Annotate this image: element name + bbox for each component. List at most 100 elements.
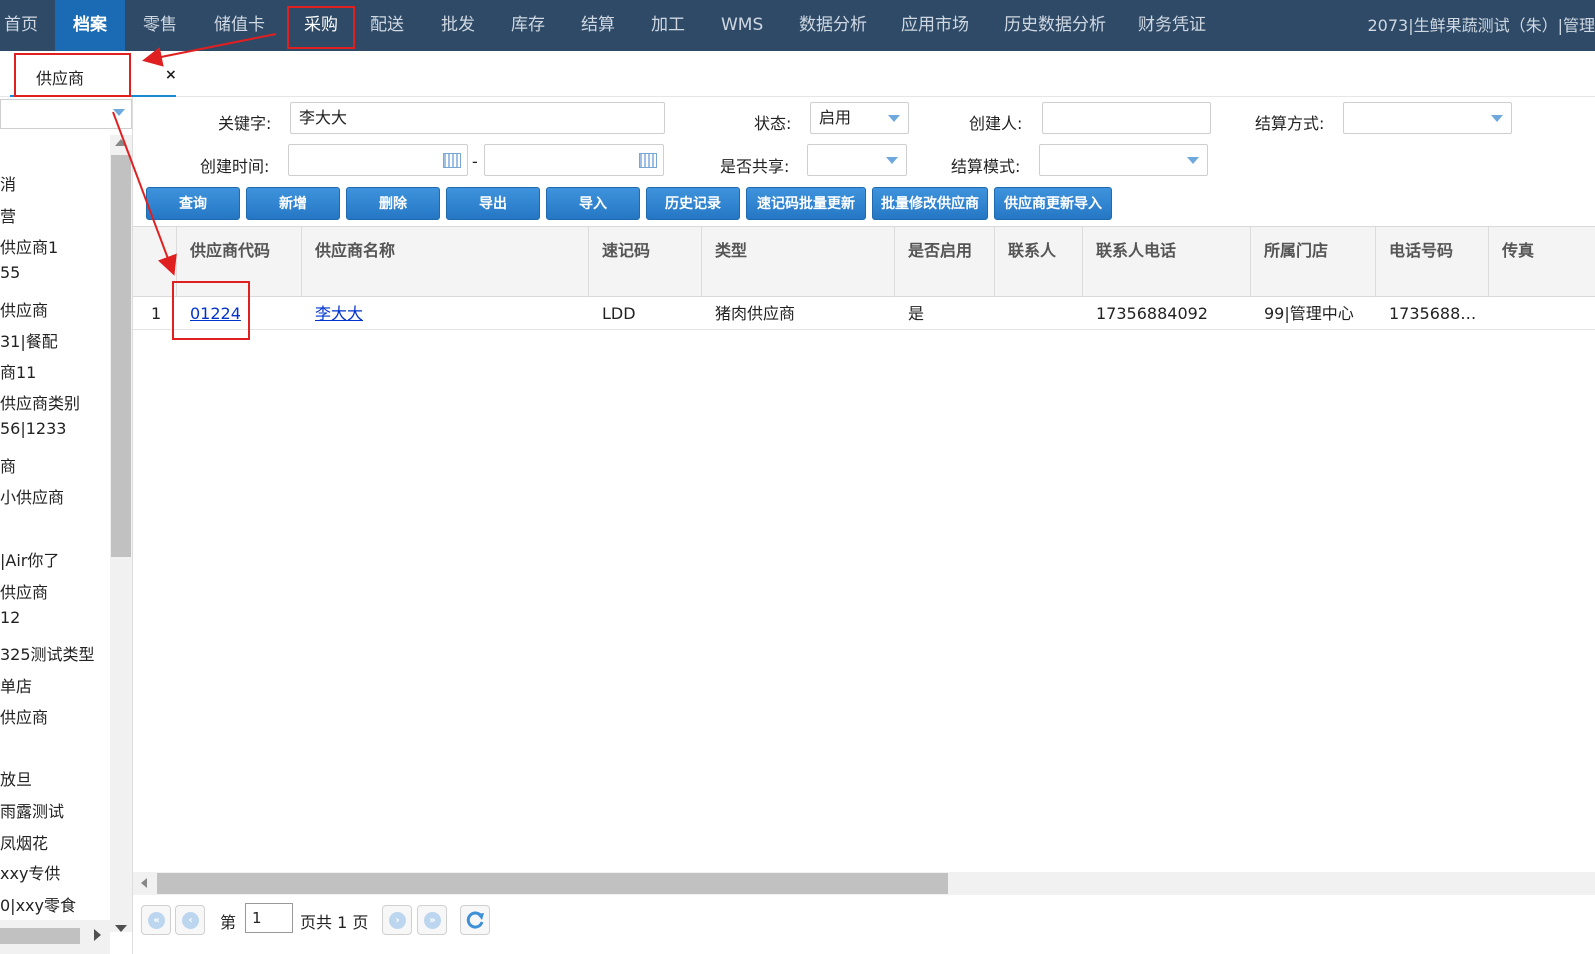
close-icon[interactable]: × xyxy=(165,67,177,83)
tree-item[interactable]: 小供应商 xyxy=(0,484,64,508)
annotation-box-supplier-tab xyxy=(14,53,131,97)
dropdown-arrow-icon xyxy=(1491,115,1503,122)
nav-item-archive[interactable]: 档案 xyxy=(55,0,125,51)
export-button[interactable]: 导出 xyxy=(446,187,540,220)
tree-item[interactable]: 56|1233 xyxy=(0,419,66,438)
add-button[interactable]: 新增 xyxy=(246,187,340,220)
scroll-thumb[interactable] xyxy=(157,873,948,894)
supplier-update-import-button[interactable]: 供应商更新导入 xyxy=(994,187,1112,220)
nav-item-home[interactable]: 首页 xyxy=(4,0,38,51)
settle-method-select[interactable] xyxy=(1343,102,1512,134)
nav-item-inventory[interactable]: 库存 xyxy=(511,0,545,51)
scroll-up-icon[interactable] xyxy=(115,139,127,146)
tree-item[interactable]: 放旦 xyxy=(0,766,32,790)
tree-item[interactable]: xxy专供 xyxy=(0,860,60,884)
import-button[interactable]: 导入 xyxy=(546,187,640,220)
last-page-button[interactable]: » xyxy=(417,905,447,935)
status-select[interactable]: 启用 xyxy=(810,102,909,134)
column-header-contact-phone[interactable]: 联系人电话 xyxy=(1083,227,1251,297)
dropdown-arrow-icon xyxy=(888,115,900,122)
nav-item-stored-value-card[interactable]: 储值卡 xyxy=(214,0,265,51)
tree-item[interactable]: 供应商 xyxy=(0,297,48,321)
tree-item[interactable]: 供应商 xyxy=(0,579,48,603)
tree-item[interactable]: |Air你了 xyxy=(0,547,59,571)
keyword-label: 关键字: xyxy=(218,114,272,133)
tree-horizontal-scrollbar[interactable] xyxy=(0,920,110,954)
scroll-right-icon[interactable] xyxy=(94,929,101,941)
column-header-fax[interactable]: 传真 xyxy=(1489,227,1595,297)
scroll-thumb[interactable] xyxy=(111,155,131,557)
history-button[interactable]: 历史记录 xyxy=(646,187,740,220)
create-time-end-input[interactable] xyxy=(484,144,664,176)
nav-item-distribution[interactable]: 配送 xyxy=(370,0,404,51)
refresh-button[interactable] xyxy=(460,905,490,935)
batch-update-shortcode-button[interactable]: 速记码批量更新 xyxy=(746,187,866,220)
tree-item[interactable]: 12 xyxy=(0,608,20,627)
status-select-value: 启用 xyxy=(819,108,852,127)
tree-item[interactable]: 单店 xyxy=(0,673,32,697)
tree-item[interactable]: 营 xyxy=(0,203,16,227)
tree-item[interactable]: 凤烟花 xyxy=(0,830,48,854)
column-header-contact[interactable]: 联系人 xyxy=(995,227,1083,297)
tree-item[interactable]: 31|餐配 xyxy=(0,328,58,352)
keyword-input[interactable]: 李大大 xyxy=(290,102,665,134)
next-page-button[interactable]: › xyxy=(382,905,412,935)
nav-item-wms[interactable]: WMS xyxy=(721,0,763,51)
phone-cell: 1735688… xyxy=(1389,304,1477,323)
batch-edit-supplier-button[interactable]: 批量修改供应商 xyxy=(872,187,988,220)
table-row[interactable]: 1 01224 李大大 LDD 猪肉供应商 是 17356884092 99|管… xyxy=(133,298,1595,330)
nav-item-app-market[interactable]: 应用市场 xyxy=(901,0,969,51)
create-time-start-input[interactable] xyxy=(288,144,468,176)
tree-item[interactable]: 商 xyxy=(0,453,16,477)
nav-item-retail[interactable]: 零售 xyxy=(143,0,177,51)
tree-vertical-scrollbar[interactable] xyxy=(110,135,132,932)
tree-item[interactable]: 55 xyxy=(0,263,20,282)
category-select[interactable] xyxy=(0,99,132,129)
shared-select[interactable] xyxy=(807,144,907,176)
dropdown-arrow-icon xyxy=(1187,157,1199,164)
creator-input[interactable] xyxy=(1042,102,1211,134)
column-header-enabled[interactable]: 是否启用 xyxy=(895,227,995,297)
column-header-name[interactable]: 供应商名称 xyxy=(302,227,589,297)
column-header-store[interactable]: 所属门店 xyxy=(1251,227,1376,297)
scroll-left-icon[interactable] xyxy=(141,878,147,888)
tree-item[interactable]: 0|xxy零食 xyxy=(0,892,76,916)
query-button[interactable]: 查询 xyxy=(146,187,240,220)
column-header-shortcode[interactable]: 速记码 xyxy=(589,227,702,297)
grid-horizontal-scrollbar[interactable] xyxy=(133,872,1595,895)
delete-button[interactable]: 删除 xyxy=(346,187,440,220)
refresh-icon xyxy=(466,911,484,929)
store-cell: 99|管理中心 xyxy=(1264,304,1354,323)
calendar-icon[interactable] xyxy=(639,153,657,168)
supplier-name-cell: 李大大 xyxy=(315,298,363,330)
column-header-type[interactable]: 类型 xyxy=(702,227,895,297)
nav-item-settlement[interactable]: 结算 xyxy=(581,0,615,51)
store-user-info[interactable]: 2073|生鲜果蔬测试（朱）|管理 xyxy=(1367,0,1595,51)
tree-item[interactable]: 325测试类型 xyxy=(0,641,95,665)
scroll-thumb[interactable] xyxy=(0,928,80,944)
scroll-down-icon[interactable] xyxy=(115,925,127,932)
next-page-icon: › xyxy=(389,912,406,929)
calendar-icon[interactable] xyxy=(443,153,461,168)
tree-item[interactable]: 商11 xyxy=(0,359,36,383)
settle-mode-select[interactable] xyxy=(1039,144,1208,176)
nav-item-data-analysis[interactable]: 数据分析 xyxy=(799,0,867,51)
supplier-name-link[interactable]: 李大大 xyxy=(315,304,363,323)
tree-item[interactable]: 供应商1 xyxy=(0,234,58,258)
tree-item[interactable]: 供应商 xyxy=(0,704,48,728)
tree-item[interactable]: 雨露测试 xyxy=(0,798,64,822)
nav-item-processing[interactable]: 加工 xyxy=(651,0,685,51)
prev-page-button[interactable]: ‹ xyxy=(175,905,205,935)
column-header-phone[interactable]: 电话号码 xyxy=(1376,227,1489,297)
nav-item-history-analysis[interactable]: 历史数据分析 xyxy=(1004,0,1106,51)
creator-label: 创建人: xyxy=(969,114,1023,133)
last-page-icon: » xyxy=(424,912,441,929)
nav-item-wholesale[interactable]: 批发 xyxy=(441,0,475,51)
nav-item-finance-voucher[interactable]: 财务凭证 xyxy=(1138,0,1206,51)
contact-phone-cell: 17356884092 xyxy=(1096,304,1208,323)
page-number-input[interactable]: 1 xyxy=(245,903,293,933)
first-page-button[interactable]: « xyxy=(141,905,171,935)
tree-item[interactable]: 供应商类别 xyxy=(0,390,80,414)
pagination-bar: « ‹ 第 1 页共 1 页 › » xyxy=(133,895,1595,954)
tree-item[interactable]: 消 xyxy=(0,171,16,195)
